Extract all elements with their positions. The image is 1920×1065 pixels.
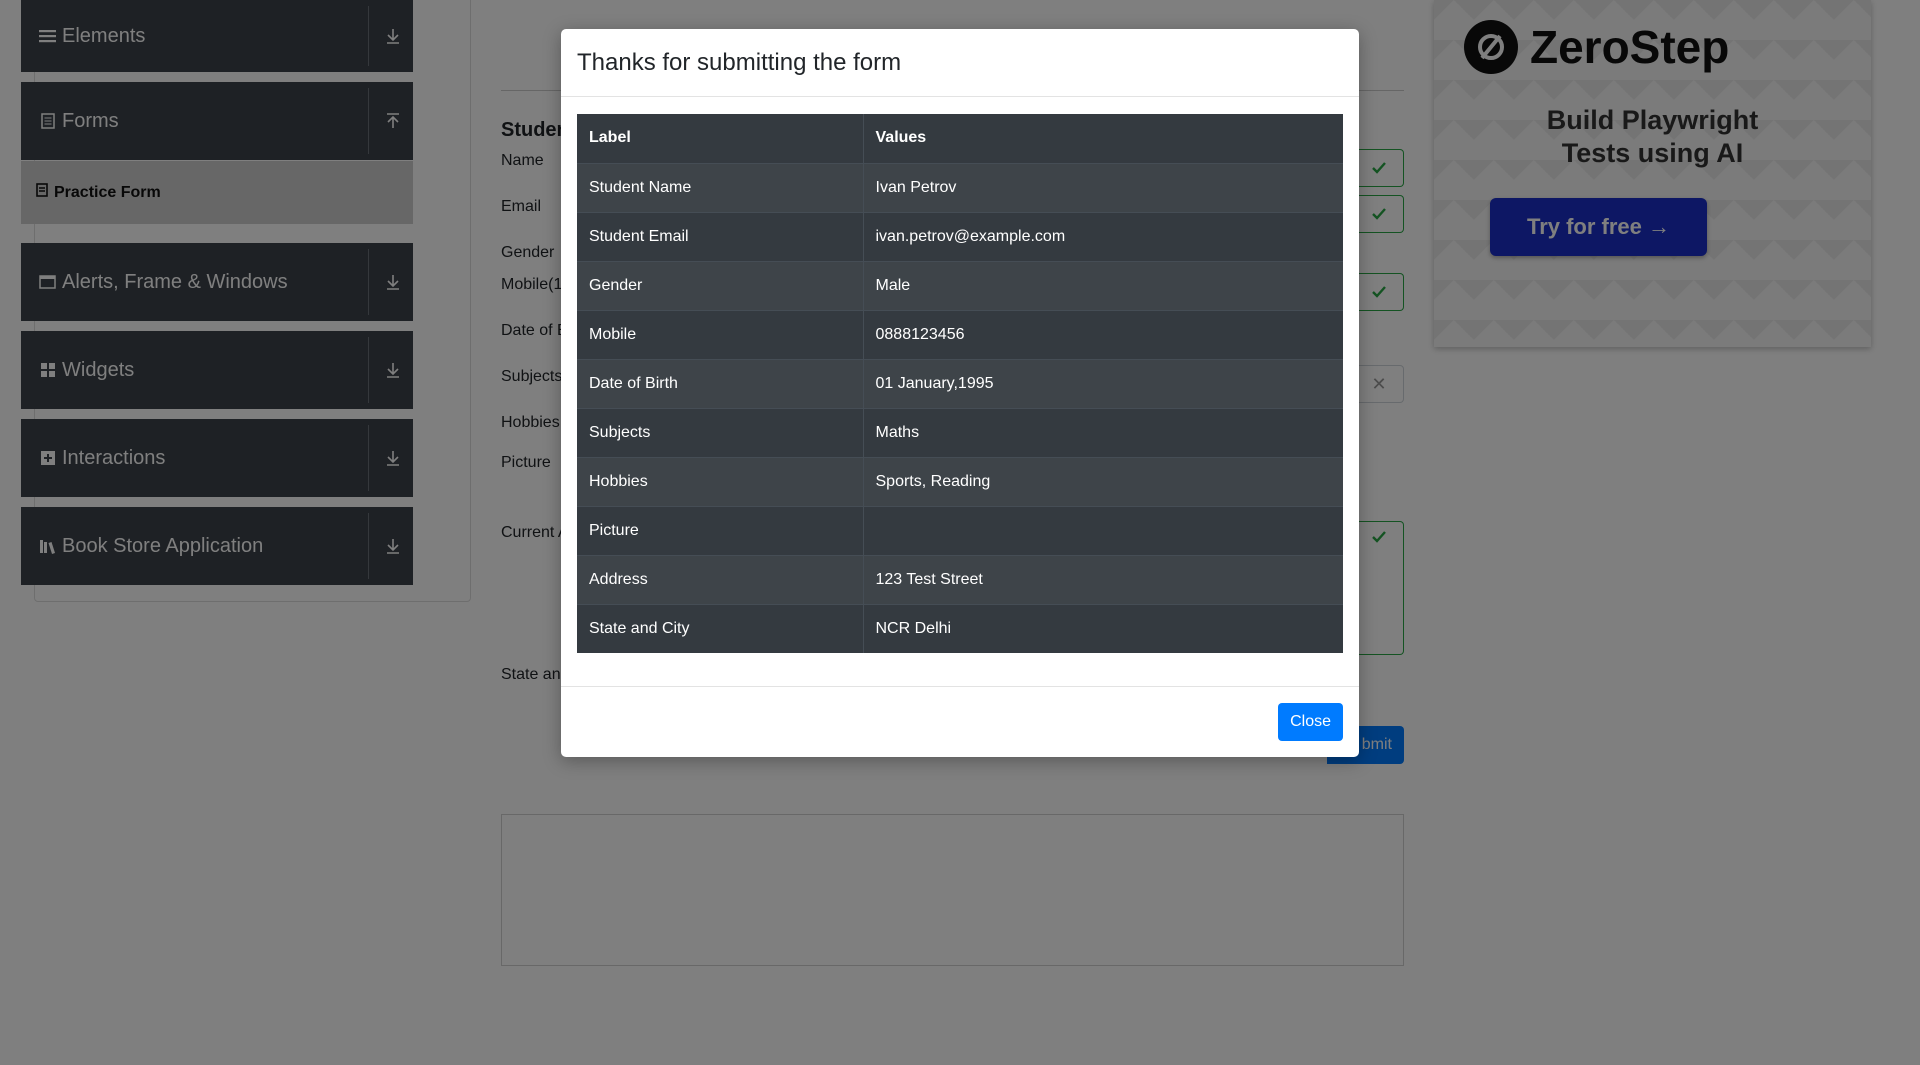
result-table: Label Values Student Name Ivan Petrov Stu… <box>577 114 1343 653</box>
row-value: Ivan Petrov <box>863 162 1343 212</box>
row-value <box>863 505 1343 555</box>
row-value: Male <box>863 260 1343 310</box>
row-label: Student Name <box>577 162 864 212</box>
row-label: Student Email <box>577 211 864 261</box>
table-header-row: Label Values <box>577 114 1343 163</box>
modal-body: Label Values Student Name Ivan Petrov Stu… <box>577 114 1343 653</box>
table-row: Hobbies Sports, Reading <box>577 456 1343 506</box>
table-row: Student Name Ivan Petrov <box>577 162 1343 212</box>
row-label: State and City <box>577 603 864 653</box>
close-button[interactable]: Close <box>1278 703 1343 741</box>
row-value: 01 January,1995 <box>863 358 1343 408</box>
table-row: Student Email ivan.petrov@example.com <box>577 211 1343 261</box>
table-row: Mobile 0888123456 <box>577 309 1343 359</box>
table-row: Address 123 Test Street <box>577 554 1343 604</box>
table-row: Subjects Maths <box>577 407 1343 457</box>
table-row: Picture <box>577 505 1343 555</box>
row-value: Maths <box>863 407 1343 457</box>
row-label: Gender <box>577 260 864 310</box>
row-value: NCR Delhi <box>863 603 1343 653</box>
row-value: ivan.petrov@example.com <box>863 211 1343 261</box>
row-label: Picture <box>577 505 864 555</box>
column-header-label: Label <box>577 114 864 163</box>
column-header-values: Values <box>875 129 927 147</box>
modal-footer: Close <box>561 686 1359 757</box>
modal-header: Thanks for submitting the form <box>561 29 1359 97</box>
row-value: 123 Test Street <box>863 554 1343 604</box>
table-row: Date of Birth 01 January,1995 <box>577 358 1343 408</box>
row-label: Mobile <box>577 309 864 359</box>
table-row: State and City NCR Delhi <box>577 603 1343 653</box>
row-label: Hobbies <box>577 456 864 506</box>
row-value: Sports, Reading <box>863 456 1343 506</box>
row-label: Address <box>577 554 864 604</box>
submission-modal: Thanks for submitting the form Label Val… <box>561 29 1359 757</box>
row-label: Date of Birth <box>577 358 864 408</box>
row-value: 0888123456 <box>863 309 1343 359</box>
table-row: Gender Male <box>577 260 1343 310</box>
row-label: Subjects <box>577 407 864 457</box>
modal-title: Thanks for submitting the form <box>577 48 902 76</box>
